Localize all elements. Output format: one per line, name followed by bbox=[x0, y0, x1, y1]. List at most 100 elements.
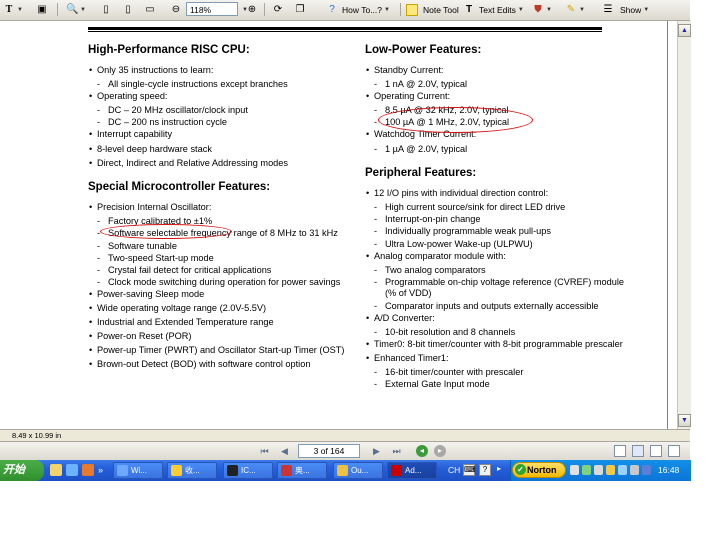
list-item: Industrial and Extended Temperature rang… bbox=[88, 317, 348, 329]
chevron-down-icon: ▼ bbox=[546, 6, 552, 13]
howto-button[interactable]: ? How To...? ▼ bbox=[326, 2, 390, 17]
chevron-down-icon: ▼ bbox=[80, 6, 86, 13]
quicklaunch-app-icon[interactable] bbox=[82, 464, 94, 476]
page-layout-button[interactable]: ❐ bbox=[294, 2, 306, 17]
taskbar-task-button[interactable]: Ou... bbox=[333, 462, 383, 479]
minus-circle-icon: ⊖ bbox=[171, 3, 181, 15]
snapshot-tool[interactable]: ▣ bbox=[36, 2, 48, 17]
show-button[interactable]: ☰ Show ▼ bbox=[602, 2, 650, 17]
fit-width-button[interactable]: ▭ bbox=[144, 2, 156, 17]
continuous-view-button[interactable] bbox=[632, 445, 644, 457]
heading-peripheral: Peripheral Features: bbox=[365, 167, 477, 180]
taskbar-task-button[interactable]: Wi... bbox=[113, 462, 163, 479]
list-item: 1 nA @ 2.0V, typical bbox=[365, 79, 625, 91]
zoom-level-input[interactable]: 118% bbox=[186, 2, 238, 16]
list-item: Watchdog Timer Current: bbox=[365, 129, 625, 141]
highlight-tool[interactable]: ✎ ▼ bbox=[565, 2, 585, 17]
next-view-button[interactable]: ▸ bbox=[434, 445, 446, 457]
select-text-tool[interactable]: T ▼ bbox=[3, 2, 23, 17]
list-item: Power-saving Sleep mode bbox=[88, 289, 348, 301]
task-label: 收... bbox=[185, 466, 200, 475]
list-item: Direct, Indirect and Relative Addressing… bbox=[88, 158, 348, 170]
tray-app-icon[interactable] bbox=[606, 465, 615, 475]
quicklaunch-desktop-icon[interactable] bbox=[50, 464, 62, 476]
chevron-down-icon: ▼ bbox=[384, 6, 390, 13]
tray-monitor-icon[interactable] bbox=[618, 465, 627, 475]
taskbar-task-button[interactable]: 奥... bbox=[277, 462, 327, 479]
tray-bluetooth-icon[interactable] bbox=[642, 465, 651, 475]
show-markup-icon: ☰ bbox=[603, 3, 613, 15]
tray-arrow-icon[interactable] bbox=[570, 465, 579, 475]
vertical-scrollbar[interactable]: ▲ ▼ bbox=[677, 21, 691, 429]
check-icon: ✓ bbox=[515, 464, 526, 475]
list-item: 12 I/O pins with individual direction co… bbox=[365, 188, 625, 200]
facing-view-button[interactable] bbox=[650, 445, 662, 457]
list-item: All single-cycle instructions except bra… bbox=[88, 79, 348, 91]
scroll-up-button[interactable]: ▲ bbox=[678, 24, 691, 37]
page-icon: ▯ bbox=[125, 3, 131, 15]
scroll-down-button[interactable]: ▼ bbox=[678, 414, 691, 427]
quicklaunch-ie-icon[interactable] bbox=[66, 464, 78, 476]
start-button[interactable]: 开始 bbox=[0, 460, 44, 481]
app-icon bbox=[391, 465, 402, 476]
list-item: 1 µA @ 2.0V, typical bbox=[365, 144, 625, 156]
taskbar-task-button[interactable]: IC... bbox=[223, 462, 273, 479]
app-icon bbox=[337, 465, 348, 476]
clock[interactable]: 16:48 bbox=[658, 460, 679, 481]
help-icon[interactable]: ? bbox=[479, 464, 491, 476]
note-tool-button[interactable]: Note Tool bbox=[406, 2, 459, 17]
zoom-tool[interactable]: 🔍 ▼ bbox=[66, 2, 86, 17]
list-item: Operating speed: bbox=[88, 91, 348, 103]
tray-volume-icon[interactable] bbox=[630, 465, 639, 475]
tray-shield-icon[interactable] bbox=[582, 465, 591, 475]
document-view[interactable]: High-Performance RISC CPU: Only 35 instr… bbox=[0, 21, 677, 429]
app-icon bbox=[117, 465, 128, 476]
toolbar-separator bbox=[400, 3, 401, 16]
text-edit-icon: T bbox=[465, 3, 473, 15]
task-label: Ou... bbox=[351, 466, 369, 475]
list-item: High current source/sink for direct LED … bbox=[365, 202, 625, 214]
zoom-in-button[interactable]: ⊕ bbox=[246, 2, 258, 17]
keyboard-icon[interactable]: ⌨ bbox=[463, 464, 476, 476]
next-page-button[interactable]: ▶ bbox=[370, 445, 383, 458]
tray-network-icon[interactable] bbox=[594, 465, 603, 475]
previous-page-button[interactable]: ◀ bbox=[278, 445, 291, 458]
taskbar-task-button[interactable]: Ad... bbox=[387, 462, 437, 479]
last-page-button[interactable]: ⏭ bbox=[390, 445, 403, 458]
rotate-button[interactable]: ⟳ bbox=[272, 2, 284, 17]
stamp-tool[interactable]: ⛊ ▼ bbox=[532, 2, 552, 17]
chevron-down-icon: ▼ bbox=[17, 6, 23, 13]
magnifier-icon: 🔍 bbox=[66, 3, 79, 15]
fit-page-button[interactable]: ▯ bbox=[122, 2, 134, 17]
text-edits-button[interactable]: T Text Edits ▼ bbox=[463, 2, 524, 17]
plus-circle-icon: ⊕ bbox=[247, 3, 257, 15]
chevron-icon[interactable]: ▸ bbox=[495, 464, 503, 476]
list-item: DC – 20 MHz oscillator/clock input bbox=[88, 105, 348, 117]
first-page-button[interactable]: ⏮ bbox=[258, 445, 271, 458]
list-item: Precision Internal Oscillator: bbox=[88, 202, 348, 214]
app-icon bbox=[281, 465, 292, 476]
peripheral-list: 12 I/O pins with individual direction co… bbox=[365, 188, 625, 391]
task-label: 奥... bbox=[295, 466, 310, 475]
list-item: 10-bit resolution and 8 channels bbox=[365, 327, 625, 339]
camera-icon: ▣ bbox=[37, 3, 47, 15]
list-item: Individually programmable weak pull-ups bbox=[365, 226, 625, 238]
page-number-input[interactable]: 3 of 164 bbox=[298, 444, 360, 458]
quicklaunch-more-icon[interactable]: » bbox=[98, 464, 106, 476]
task-label: Ad... bbox=[405, 466, 422, 475]
list-item: Wide operating voltage range (2.0V-5.5V) bbox=[88, 303, 348, 315]
taskbar-task-button[interactable]: 收... bbox=[167, 462, 217, 479]
list-item: Programmable on-chip voltage reference (… bbox=[365, 277, 625, 300]
zoom-out-button[interactable]: ⊖ bbox=[170, 2, 182, 17]
annotation-ellipse-operating-current[interactable] bbox=[378, 107, 533, 133]
text-select-icon: T bbox=[5, 3, 13, 15]
norton-button[interactable]: ✓ Norton bbox=[512, 462, 566, 478]
chevron-down-icon: ▼ bbox=[579, 6, 585, 13]
actual-size-button[interactable]: ▯ bbox=[100, 2, 112, 17]
list-item: Power-up Timer (PWRT) and Oscillator Sta… bbox=[88, 345, 348, 357]
annotation-ellipse-oscillator[interactable] bbox=[100, 224, 232, 239]
continuous-facing-view-button[interactable] bbox=[668, 445, 680, 457]
language-indicator[interactable]: CH bbox=[448, 460, 460, 481]
previous-view-button[interactable]: ◂ bbox=[416, 445, 428, 457]
single-page-view-button[interactable] bbox=[614, 445, 626, 457]
